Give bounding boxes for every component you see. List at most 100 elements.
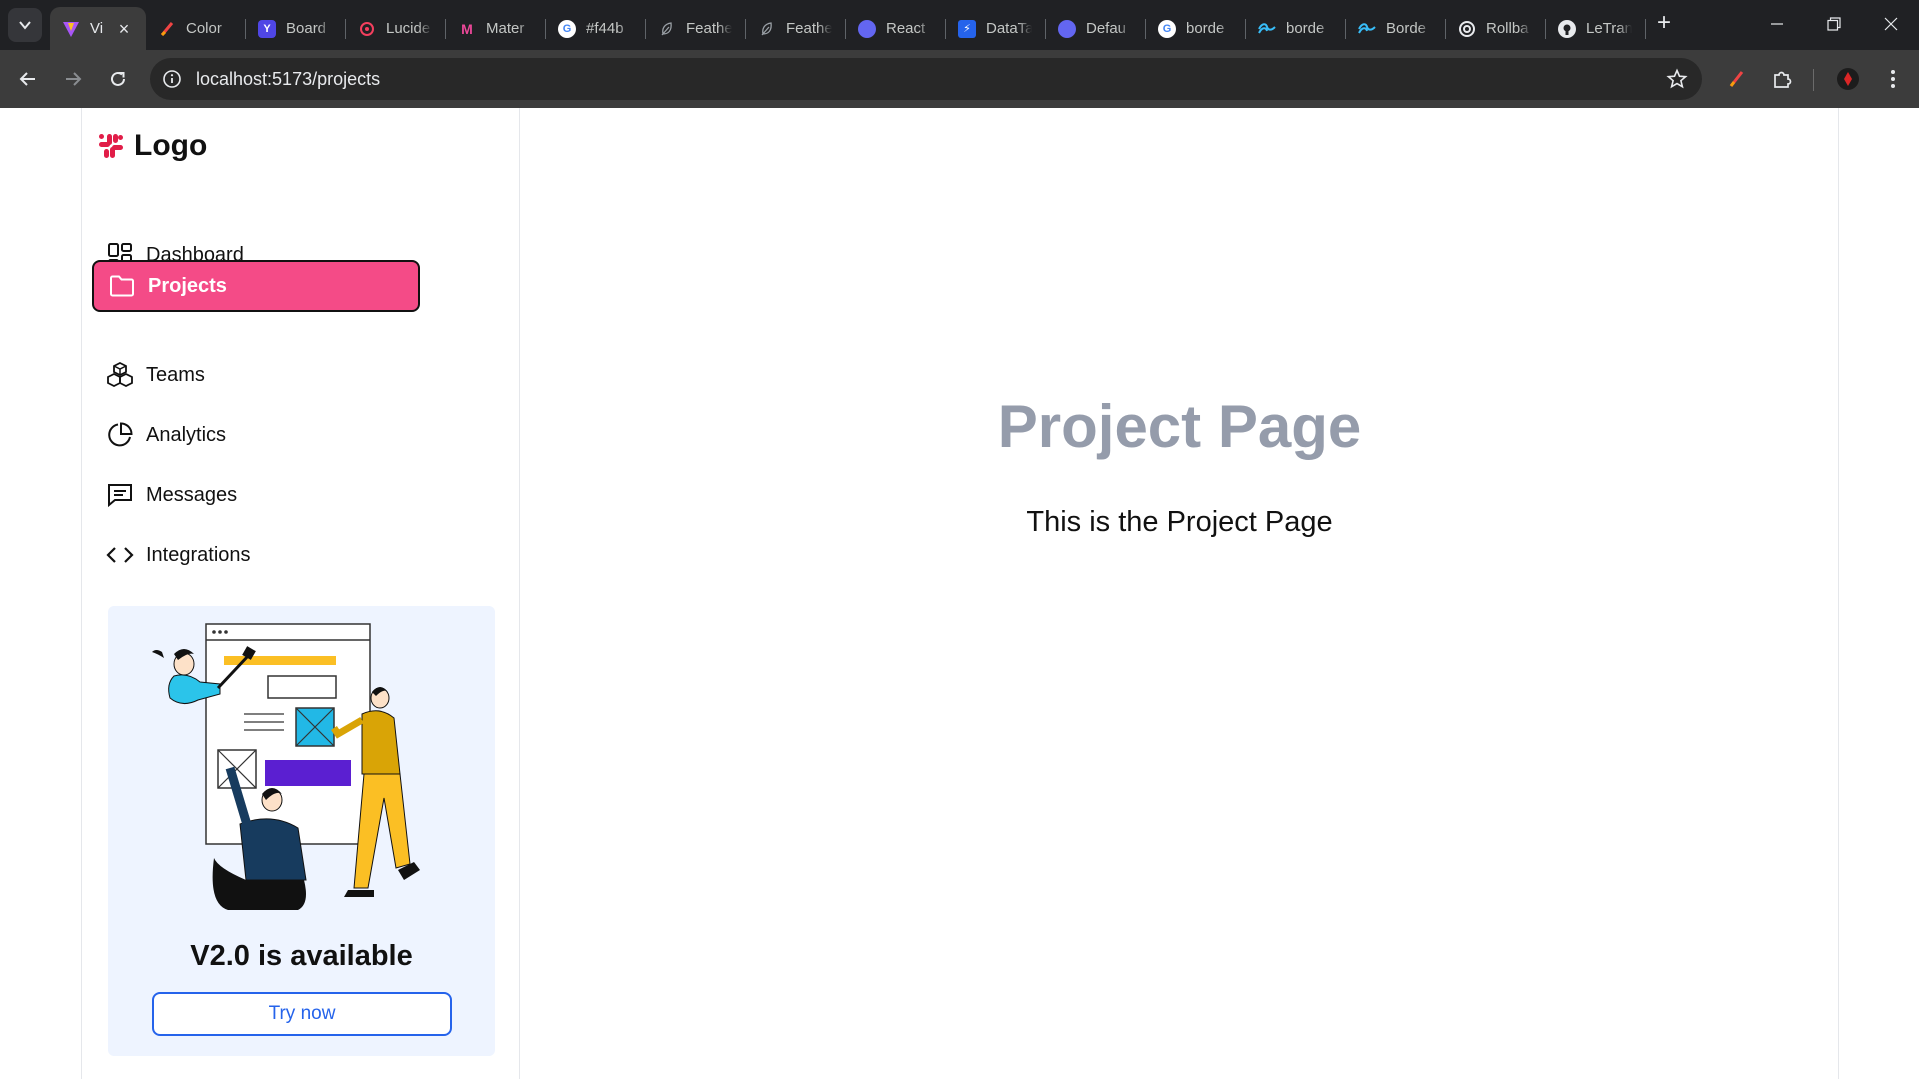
boxes-icon xyxy=(106,361,134,389)
tailwind-icon xyxy=(1258,20,1276,38)
tab-title: #f44b xyxy=(586,20,624,37)
forward-button[interactable] xyxy=(58,64,88,94)
browser-tab[interactable]: Color xyxy=(146,7,246,50)
folder-icon xyxy=(108,272,136,300)
feather-icon xyxy=(658,20,676,38)
sidebar-item-analytics[interactable]: Analytics xyxy=(92,409,420,461)
sidebar-item-projects[interactable]: Projects xyxy=(92,260,420,312)
web-page: Logo Dashboard Projects Teams Analytics … xyxy=(0,108,1919,1079)
site-info-icon[interactable] xyxy=(162,69,182,94)
color-picker-extension-icon[interactable] xyxy=(1724,66,1750,92)
address-bar[interactable]: localhost:5173/projects xyxy=(150,58,1702,100)
tab-title: Rollba xyxy=(1486,20,1529,37)
browser-tab-strip: Vi × Color Y Board Lucide M Mater G #f44… xyxy=(0,0,1919,50)
pie-chart-icon xyxy=(106,421,134,449)
browser-toolbar: localhost:5173/projects xyxy=(0,50,1919,108)
tab-title: Feathe xyxy=(786,20,832,37)
reload-button[interactable] xyxy=(103,64,133,94)
browser-tab[interactable]: Y Board xyxy=(246,7,346,50)
sidebar-item-teams[interactable]: Teams xyxy=(92,349,420,401)
browser-tab[interactable]: ⚡ DataTa xyxy=(946,7,1046,50)
sidebar: Logo Dashboard Projects Teams Analytics … xyxy=(81,108,520,1079)
chevron-down-icon xyxy=(19,21,31,30)
google-icon: G xyxy=(558,19,576,38)
tailwind-icon xyxy=(1358,20,1376,38)
tab-title: Vi xyxy=(90,20,104,37)
browser-tab[interactable]: G #f44b xyxy=(546,7,646,50)
tab-search-button[interactable] xyxy=(8,8,42,42)
tab-separator xyxy=(1645,19,1646,39)
arrow-right-icon xyxy=(66,72,82,86)
code-icon xyxy=(106,541,134,569)
tab-title: borde xyxy=(1186,20,1225,37)
tab-title: Borde xyxy=(1386,20,1427,37)
browser-tab[interactable]: Vi × xyxy=(50,7,146,50)
brush-icon xyxy=(158,20,176,38)
minimize-icon xyxy=(1771,23,1783,25)
browser-tab[interactable]: Borde xyxy=(1346,7,1446,50)
close-tab-icon[interactable]: × xyxy=(114,19,134,39)
new-tab-button[interactable]: + xyxy=(1652,11,1676,35)
browser-tab[interactable]: M Mater xyxy=(446,7,546,50)
tab-title: Board xyxy=(286,20,327,37)
close-window-button[interactable] xyxy=(1871,8,1911,40)
try-now-button[interactable]: Try now xyxy=(152,992,452,1036)
browser-tab[interactable]: Lucide xyxy=(346,7,446,50)
circle-icon xyxy=(1058,19,1076,38)
extensions-puzzle-icon[interactable] xyxy=(1769,66,1795,92)
bookmark-star-icon[interactable] xyxy=(1666,68,1688,95)
browser-menu-kebab-icon[interactable] xyxy=(1880,66,1906,92)
upgrade-card-title: V2.0 is available xyxy=(190,940,413,972)
upgrade-card: V2.0 is available Try now xyxy=(108,606,495,1056)
page-description: This is the Project Page xyxy=(1026,506,1333,538)
sidebar-item-label: Analytics xyxy=(146,423,227,446)
sidebar-item-label: Teams xyxy=(146,363,205,386)
material-icon: M xyxy=(461,20,473,37)
tab-title: LeTran xyxy=(1586,20,1632,37)
google-icon: G xyxy=(1158,19,1176,38)
slack-logo-icon xyxy=(99,134,123,158)
react-icon xyxy=(858,19,876,38)
sidebar-item-label: Integrations xyxy=(146,543,251,566)
github-icon xyxy=(1558,19,1576,38)
back-button[interactable] xyxy=(13,64,43,94)
profile-avatar[interactable] xyxy=(1835,66,1861,92)
browser-tab[interactable]: Rollba xyxy=(1446,7,1546,50)
browser-tab[interactable]: Defau xyxy=(1046,7,1146,50)
y-icon: Y xyxy=(258,19,276,38)
tab-title: Lucide xyxy=(386,20,431,37)
logo-text: Logo xyxy=(134,129,208,162)
logo[interactable]: Logo xyxy=(98,129,207,163)
browser-tab[interactable]: Feathe xyxy=(746,7,846,50)
arrow-left-icon xyxy=(19,72,35,86)
sidebar-item-label: Messages xyxy=(146,483,238,506)
browser-tab[interactable]: G borde xyxy=(1146,7,1246,50)
browser-tab[interactable]: React xyxy=(846,7,946,50)
close-icon xyxy=(1884,17,1898,31)
restore-button[interactable] xyxy=(1814,8,1854,40)
sidebar-item-label: Projects xyxy=(148,274,227,297)
toolbar-divider xyxy=(1813,69,1814,91)
rollbar-icon xyxy=(1458,20,1476,38)
tab-title: Feathe xyxy=(686,20,732,37)
reload-icon xyxy=(111,71,125,86)
sidebar-item-integrations[interactable]: Integrations xyxy=(92,529,420,581)
minimize-button[interactable] xyxy=(1757,8,1797,40)
tab-title: Mater xyxy=(486,20,525,37)
address-url: localhost:5173/projects xyxy=(196,69,381,89)
lucide-icon xyxy=(358,20,376,38)
main-content: Project Page This is the Project Page xyxy=(520,108,1839,1079)
page-title: Project Page xyxy=(997,393,1362,460)
tab-title: DataTa xyxy=(986,20,1032,37)
tab-title: borde xyxy=(1286,20,1325,37)
sidebar-item-messages[interactable]: Messages xyxy=(92,469,420,521)
message-icon xyxy=(106,481,134,509)
vite-icon xyxy=(62,20,80,38)
browser-tab[interactable]: Feathe xyxy=(646,7,746,50)
tab-title: Color xyxy=(186,20,222,37)
browser-tab[interactable]: LeTran xyxy=(1546,7,1646,50)
browser-tab[interactable]: borde xyxy=(1246,7,1346,50)
team-illustration xyxy=(152,623,420,910)
feather-icon xyxy=(758,20,776,38)
tab-title: Defau xyxy=(1086,20,1127,37)
